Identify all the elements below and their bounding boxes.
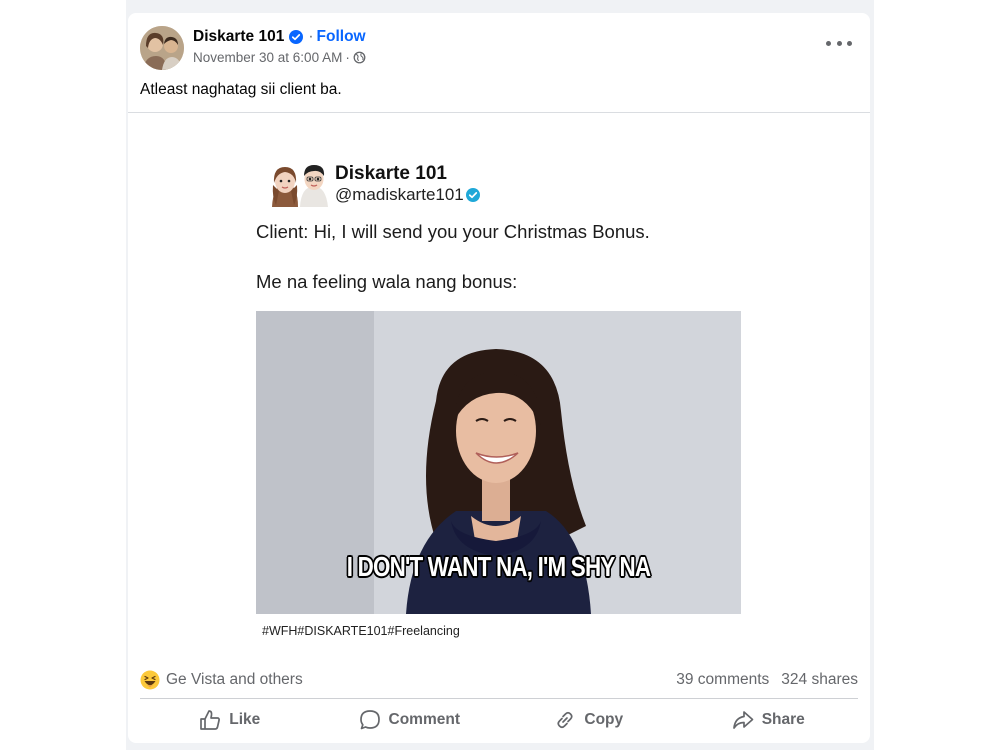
reactions-text[interactable]: Ge Vista and others	[166, 671, 303, 689]
like-label: Like	[229, 711, 261, 728]
shares-count[interactable]: 324 shares	[781, 671, 858, 689]
meme-photo: I DON'T WANT NA, I'M SHY NA	[256, 311, 741, 614]
meme-handle: @madiskarte101	[335, 185, 480, 205]
separator-dot: ·	[308, 28, 314, 45]
meme-text-line: Client: Hi, I will send you your Christm…	[256, 221, 650, 242]
post-timestamp[interactable]: November 30 at 6:00 AM	[193, 50, 342, 65]
haha-emoji-icon	[140, 670, 160, 690]
brand-logo-icon	[272, 165, 328, 207]
comment-button[interactable]: Comment	[320, 702, 500, 738]
post-caption: Atleast naghatag sii client ba.	[140, 81, 342, 98]
separator-dot: ·	[345, 50, 350, 65]
globe-icon[interactable]	[353, 51, 366, 64]
meme-brand-name: Diskarte 101	[335, 163, 447, 184]
more-options-icon[interactable]	[826, 33, 852, 53]
share-arrow-icon	[732, 711, 754, 729]
follow-button[interactable]: Follow	[317, 28, 366, 46]
verified-badge-icon	[289, 30, 304, 44]
meme-handle-text: @madiskarte101	[335, 185, 464, 204]
divider	[140, 698, 858, 699]
meme-hashtags: #WFH#DISKARTE101#Freelancing	[262, 624, 460, 638]
post-card: Diskarte 101 · Follow November 30 at 6:0…	[128, 13, 870, 743]
post-actions-bar: Like Comment Copy Share	[140, 702, 858, 738]
comment-bubble-icon	[359, 710, 380, 730]
share-label: Share	[761, 711, 805, 728]
verified-badge-icon	[465, 188, 480, 202]
comment-label: Comment	[388, 711, 460, 728]
reactions-summary[interactable]: Ge Vista and others	[140, 670, 303, 690]
thumbs-up-icon	[200, 710, 221, 730]
link-icon	[557, 711, 573, 729]
copy-button[interactable]: Copy	[499, 702, 679, 738]
meme-text-line: Me na feeling wala nang bonus:	[256, 271, 518, 292]
author-avatar[interactable]	[140, 26, 184, 70]
comments-count[interactable]: 39 comments	[676, 671, 769, 689]
copy-label: Copy	[584, 711, 624, 728]
author-name[interactable]: Diskarte 101	[193, 28, 284, 46]
like-button[interactable]: Like	[140, 702, 320, 738]
meme-overlay-text: I DON'T WANT NA, I'M SHY NA	[346, 551, 651, 582]
post-image[interactable]: Diskarte 101 @madiskarte101 Client: Hi, …	[128, 113, 870, 659]
share-button[interactable]: Share	[679, 702, 859, 738]
